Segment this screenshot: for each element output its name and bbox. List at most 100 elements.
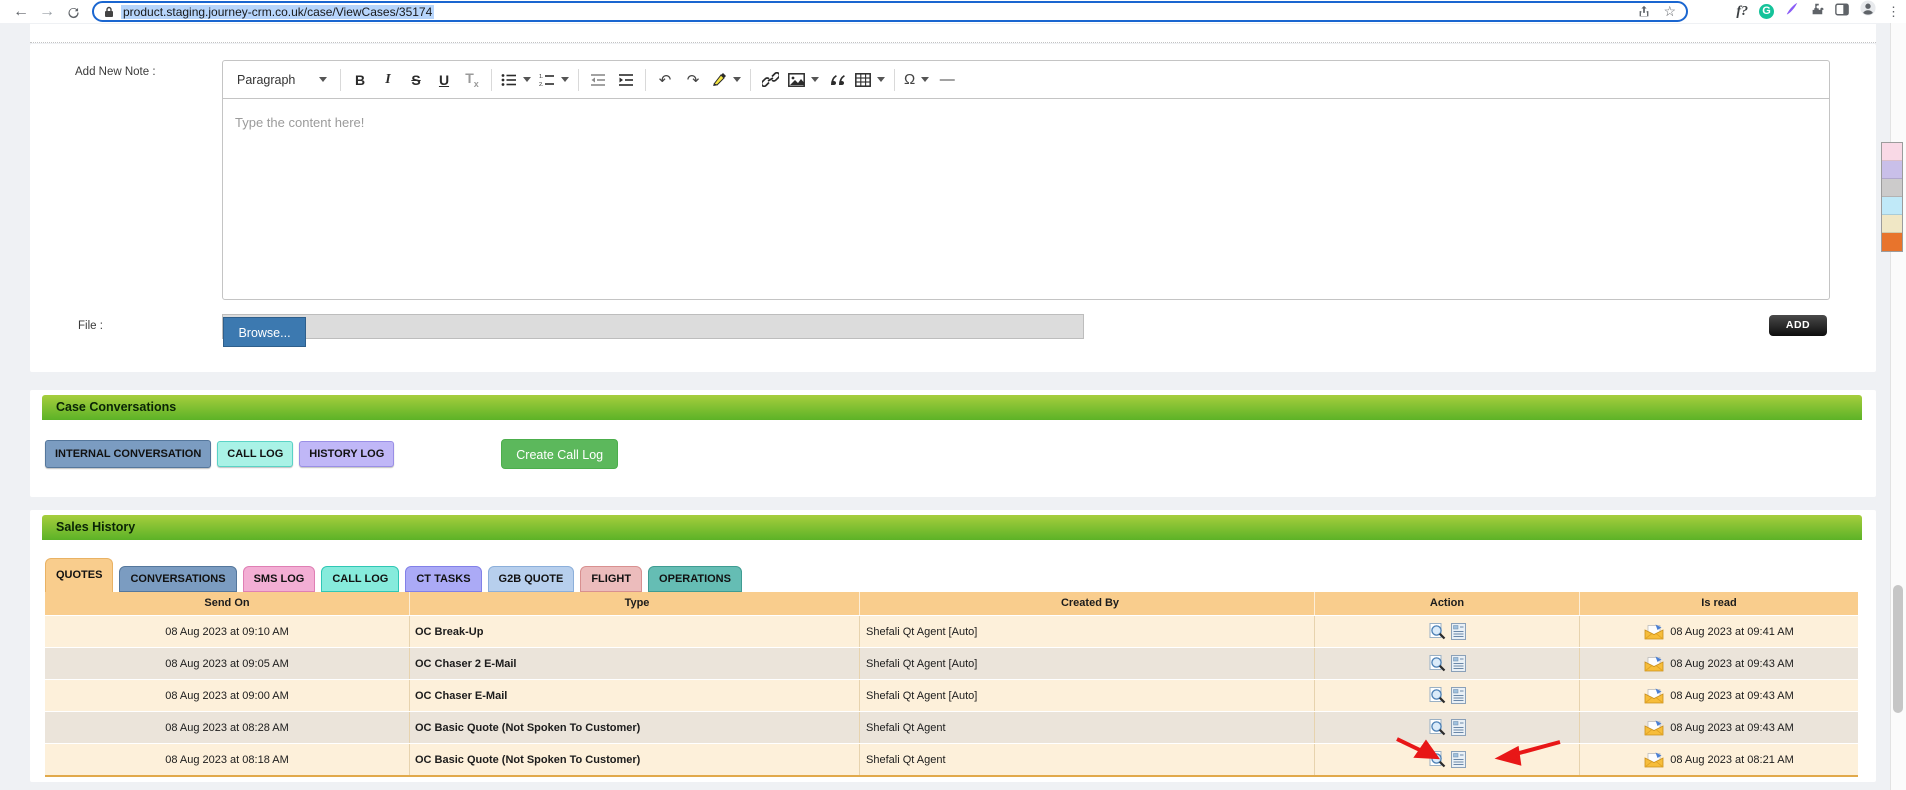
horizontal-line-icon: — bbox=[939, 71, 955, 88]
cell-created-by: Shefali Qt Agent bbox=[860, 744, 1315, 775]
cell-action bbox=[1315, 648, 1580, 679]
numbered-list-button[interactable]: 1. 2. bbox=[535, 67, 573, 93]
tab-conversations[interactable]: CONVERSATIONS bbox=[119, 566, 237, 592]
view-details-icon[interactable] bbox=[1450, 751, 1466, 768]
font-extension-icon[interactable]: f? bbox=[1736, 0, 1748, 23]
svg-text:2.: 2. bbox=[539, 82, 544, 87]
highlight-button[interactable] bbox=[707, 67, 745, 93]
table-row: 08 Aug 2023 at 08:18 AM OC Basic Quote (… bbox=[45, 743, 1858, 775]
add-button[interactable]: ADD bbox=[1769, 315, 1827, 336]
bulleted-list-icon bbox=[501, 73, 517, 87]
profile-avatar-icon[interactable] bbox=[1860, 0, 1876, 23]
redo-icon: ↷ bbox=[686, 71, 700, 89]
bold-button[interactable]: B bbox=[346, 67, 374, 93]
chevron-down-icon bbox=[561, 77, 569, 82]
special-characters-button[interactable]: Ω bbox=[900, 67, 933, 93]
col-created-by: Created By bbox=[860, 592, 1315, 615]
sidepanel-icon[interactable] bbox=[1835, 0, 1849, 23]
italic-button[interactable]: I bbox=[374, 67, 402, 93]
insert-image-button[interactable] bbox=[784, 67, 823, 93]
chevron-down-icon bbox=[877, 77, 885, 82]
paragraph-style-label: Paragraph bbox=[237, 72, 296, 87]
insert-table-button[interactable] bbox=[851, 67, 889, 93]
editor-content[interactable]: Type the content here! bbox=[223, 99, 1829, 300]
tab-call-log[interactable]: CALL LOG bbox=[321, 566, 400, 592]
conversation-button-call-log[interactable]: CALL LOG bbox=[217, 441, 294, 467]
color-swatch-4[interactable] bbox=[1882, 215, 1902, 233]
browser-menu-icon[interactable]: ⋮ bbox=[1887, 0, 1900, 23]
file-input-track[interactable] bbox=[222, 314, 1084, 339]
link-button[interactable] bbox=[756, 67, 784, 93]
table-header-row: Send On Type Created By Action Is read bbox=[45, 592, 1858, 615]
email-read-icon bbox=[1644, 720, 1664, 736]
reload-icon[interactable] bbox=[60, 0, 86, 23]
forward-icon[interactable]: → bbox=[34, 0, 60, 23]
paragraph-style-button[interactable]: Paragraph bbox=[229, 67, 335, 93]
back-icon[interactable]: ← bbox=[8, 0, 34, 23]
special-characters-icon: Ω bbox=[904, 71, 916, 88]
browse-button[interactable]: Browse... bbox=[223, 317, 306, 347]
tab-ct-tasks[interactable]: CT TASKS bbox=[405, 566, 482, 592]
bulleted-list-button[interactable] bbox=[497, 67, 535, 93]
col-is-read: Is read bbox=[1701, 597, 1737, 609]
preview-quote-icon[interactable] bbox=[1429, 751, 1446, 768]
cell-is-read: 08 Aug 2023 at 09:43 AM bbox=[1580, 712, 1858, 743]
scrollbar-thumb[interactable] bbox=[1893, 585, 1903, 713]
color-swatch-3[interactable] bbox=[1882, 197, 1902, 215]
is-read-timestamp: 08 Aug 2023 at 09:43 AM bbox=[1670, 657, 1794, 670]
color-swatch-1[interactable] bbox=[1882, 161, 1902, 179]
table-row: 08 Aug 2023 at 09:00 AM OC Chaser E-Mail… bbox=[45, 679, 1858, 711]
preview-quote-icon[interactable] bbox=[1429, 623, 1446, 640]
tab-sms-log[interactable]: SMS LOG bbox=[242, 566, 316, 592]
cell-type: OC Basic Quote (Not Spoken To Customer) bbox=[410, 744, 860, 775]
indent-button[interactable] bbox=[612, 67, 640, 93]
email-read-icon bbox=[1644, 688, 1664, 704]
cell-created-by: Shefali Qt Agent [Auto] bbox=[860, 616, 1315, 647]
pen-extension-icon[interactable] bbox=[1785, 0, 1799, 23]
extensions-puzzle-icon[interactable] bbox=[1810, 0, 1824, 23]
share-icon[interactable] bbox=[1637, 5, 1651, 19]
view-details-icon[interactable] bbox=[1450, 623, 1466, 640]
view-details-icon[interactable] bbox=[1450, 719, 1466, 736]
cell-created-by: Shefali Qt Agent [Auto] bbox=[860, 680, 1315, 711]
tab-flight[interactable]: FLIGHT bbox=[580, 566, 643, 592]
color-swatch-0[interactable] bbox=[1882, 143, 1902, 161]
horizontal-line-button[interactable]: — bbox=[933, 67, 961, 93]
preview-quote-icon[interactable] bbox=[1429, 655, 1446, 672]
bookmark-star-icon[interactable]: ☆ bbox=[1663, 3, 1676, 20]
remove-format-button[interactable]: Tx bbox=[458, 67, 486, 93]
cell-is-read: 08 Aug 2023 at 08:21 AM bbox=[1580, 744, 1858, 775]
preview-quote-icon[interactable] bbox=[1429, 719, 1446, 736]
undo-button[interactable]: ↶ bbox=[651, 67, 679, 93]
toolbar-separator bbox=[491, 68, 492, 91]
view-details-icon[interactable] bbox=[1450, 655, 1466, 672]
cell-action bbox=[1315, 616, 1580, 647]
editor-toolbar: Paragraph B I S U Tx 1. 2. ↶ ↷ Ω — bbox=[223, 61, 1829, 99]
outdent-button[interactable] bbox=[584, 67, 612, 93]
underline-button[interactable]: U bbox=[430, 67, 458, 93]
view-details-icon[interactable] bbox=[1450, 687, 1466, 704]
grammarly-icon[interactable]: G bbox=[1759, 4, 1774, 19]
cell-send-on: 08 Aug 2023 at 08:28 AM bbox=[45, 712, 410, 743]
preview-quote-icon[interactable] bbox=[1429, 687, 1446, 704]
tab-operations[interactable]: OPERATIONS bbox=[648, 566, 742, 592]
color-swatch-2[interactable] bbox=[1882, 179, 1902, 197]
url-text[interactable]: product.staging.journey-crm.co.uk/case/V… bbox=[121, 4, 435, 19]
app-window: ← → product.staging.journey-crm.co.uk/ca… bbox=[0, 0, 1906, 790]
strikethrough-button[interactable]: S bbox=[402, 67, 430, 93]
sales-history-section: Sales History QUOTES CONVERSATIONS SMS LOG… bbox=[30, 510, 1876, 782]
block-quote-button[interactable] bbox=[823, 67, 851, 93]
conversation-button-internal-conversation[interactable]: INTERNAL CONVERSATION bbox=[45, 440, 212, 468]
chevron-down-icon bbox=[733, 77, 741, 82]
add-note-label: Add New Note : bbox=[75, 66, 156, 78]
redo-button[interactable]: ↷ bbox=[679, 67, 707, 93]
tab-quotes[interactable]: QUOTES bbox=[45, 558, 114, 592]
color-swatch-5[interactable] bbox=[1882, 233, 1902, 251]
cell-created-by: Shefali Qt Agent [Auto] bbox=[860, 648, 1315, 679]
tab-g2b-quote[interactable]: G2B QUOTE bbox=[487, 566, 575, 592]
conversation-button-history-log[interactable]: HISTORY LOG bbox=[299, 441, 395, 467]
link-icon bbox=[761, 72, 779, 87]
url-bar[interactable]: product.staging.journey-crm.co.uk/case/V… bbox=[92, 1, 1688, 22]
col-send-on: Send On bbox=[45, 592, 410, 615]
create-call-log-button[interactable]: Create Call Log bbox=[501, 439, 619, 469]
